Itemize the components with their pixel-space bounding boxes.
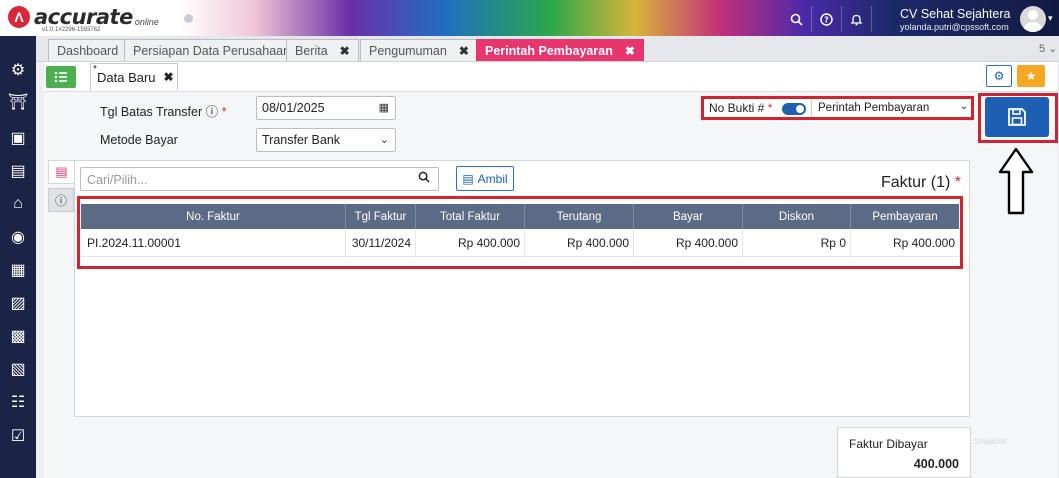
deadline-date-input[interactable]: 08/01/2025 ▦ [256,96,396,120]
check-icon[interactable]: ☑ [8,426,28,446]
table-row[interactable]: PI.2024.11.00001 30/11/2024 Rp 400.000 R… [81,229,959,257]
cell-pembayaran: Rp 400.000 [892,236,955,250]
search-placeholder: Cari/Pilih... [87,173,148,187]
brand-name: accurate [34,5,133,29]
search-input[interactable]: Cari/Pilih... [80,167,439,191]
company-info[interactable]: CV Sehat Sejahtera yolanda.putri@cpssoft… [900,7,1011,32]
help-icon[interactable]: ? [812,6,842,32]
cell-bayar: Rp 400.000 [634,229,743,257]
no-bukti-label: No Bukti # * [709,101,773,115]
cell-no-faktur: PI.2024.11.00001 [81,229,346,257]
status-dot [184,14,193,23]
search-icon[interactable] [782,6,812,32]
method-select[interactable]: Transfer Bank ⌄ [256,128,396,152]
tab-label: Perintah Pembayaran [485,43,613,58]
lightbulb-icon[interactable]: ★ [1017,65,1045,87]
cell-terutang: Rp 400.000 [525,229,634,257]
tab-label: Persiapan Data Perusahaan [133,43,291,58]
tab-persiapan-data-perusahaan[interactable]: Persiapan Data Perusahaan [124,39,300,61]
search-icon[interactable] [418,171,430,186]
bell-icon[interactable] [842,6,872,32]
money-bag-icon[interactable]: ◉ [8,227,28,247]
gear-icon[interactable]: ⚙ [8,60,28,80]
sidebar: ⚙ ⛩ ▣ ▤ ⌂ ◉ ▦ ▨ ▩ ▧ ☷ ☑ [0,36,36,478]
brand[interactable]: Λ accurate online [8,5,159,29]
svg-text:?: ? [824,15,829,24]
top-header: Λ accurate online v1.0.1#2296-1593762 ? … [0,0,1059,36]
summary-value: 400.000 [913,457,959,471]
calendar-icon[interactable]: ▦ [379,101,389,114]
close-icon[interactable]: ✖ [459,44,469,58]
tab-data-baru[interactable]: * Data Baru ✖ [90,63,178,91]
cell-total-faktur: Rp 400.000 [416,229,525,257]
bank-icon[interactable]: ⛩ [8,92,28,112]
chevron-down-icon: ⌄ [959,101,968,112]
table-header: No. Faktur Tgl Faktur Total Faktur Terut… [81,204,959,229]
chevron-down-icon[interactable]: ▾ [1048,13,1053,24]
sub-toolbar [44,62,1057,92]
no-bukti-group: No Bukti # * Perintah Pembayaran ⌄ [701,96,974,120]
tab-label: Berita [295,43,328,58]
close-icon[interactable]: ✖ [164,70,174,84]
modified-mark: * [93,64,97,75]
pos-icon[interactable]: ▧ [8,359,28,379]
avatar[interactable] [1020,6,1046,32]
tab-label: Dashboard [57,43,119,58]
ledger-icon[interactable]: ▤ [8,161,28,181]
subtab-label: Data Baru [97,69,156,85]
tab-berita[interactable]: Berita ✖ [286,39,359,61]
tab-label: Pengumuman [369,43,447,58]
app-version: v1.0.1#2296-1593762 [42,27,101,33]
cell-tgl-faktur: 30/11/2024 [346,229,416,257]
column-header[interactable]: Bayar [634,204,743,229]
tab-dashboard[interactable]: Dashboard [48,39,128,61]
chevron-down-icon: ⌄ [379,134,389,146]
column-header[interactable]: Diskon [743,204,851,229]
tab-bar: Dashboard Persiapan Data Perusahaan Beri… [36,36,1059,62]
header-icons: ? [782,6,872,32]
tab-pengumuman[interactable]: Pengumuman ✖ [360,39,478,61]
save-button[interactable] [985,97,1049,137]
faktur-title: Faktur (1) * [881,174,962,191]
column-header[interactable]: Pembayaran [851,204,959,229]
auto-number-toggle[interactable] [782,103,806,115]
method-label: Metode Bayar [100,133,178,147]
factory-icon[interactable]: ▩ [8,326,28,346]
document-icon: ▤ [462,171,474,186]
company-name: CV Sehat Sejahtera [900,7,1011,21]
no-bukti-type-select[interactable]: Perintah Pembayaran ⌄ [811,99,971,117]
cart-icon[interactable]: ▦ [8,260,28,280]
brand-cloud-label: online [134,17,159,27]
close-icon[interactable]: ✖ [340,44,350,58]
ambil-button[interactable]: ▤ Ambil [456,166,514,191]
floppy-disk-icon [1008,108,1026,126]
list-button[interactable] [46,66,76,88]
building-icon[interactable]: ▣ [8,128,28,148]
watermark: SnapEdit [974,437,1007,446]
info-tab[interactable]: ⓘ [48,188,74,212]
cell-diskon: Rp 0 [743,229,851,257]
info-icon: ⓘ [205,105,219,119]
accurate-logo-icon: Λ [8,6,30,28]
warehouse-icon[interactable]: ⌂ [8,194,28,214]
close-icon[interactable]: ✖ [625,44,635,58]
summary-label: Faktur Dibayar [849,437,928,451]
tab-count[interactable]: 5 ⌄ [1039,42,1057,55]
detail-tab[interactable]: ▤ [48,160,74,184]
settings-button[interactable]: ⚙ [986,65,1012,87]
delivery-icon[interactable]: ▨ [8,293,28,313]
up-arrow-icon [998,147,1034,215]
report-icon[interactable]: ☷ [8,392,28,412]
deadline-label: Tgl Batas Transfer ⓘ * [100,105,227,119]
column-header[interactable]: No. Faktur [81,204,346,229]
tab-perintah-pembayaran[interactable]: Perintah Pembayaran ✖ [476,39,644,61]
column-header[interactable]: Total Faktur [416,204,525,229]
column-header[interactable]: Tgl Faktur [346,204,416,229]
column-header[interactable]: Terutang [525,204,634,229]
user-email: yolanda.putri@cpssoft.com [900,22,1009,32]
summary-card: Faktur Dibayar 400.000 [837,427,971,478]
